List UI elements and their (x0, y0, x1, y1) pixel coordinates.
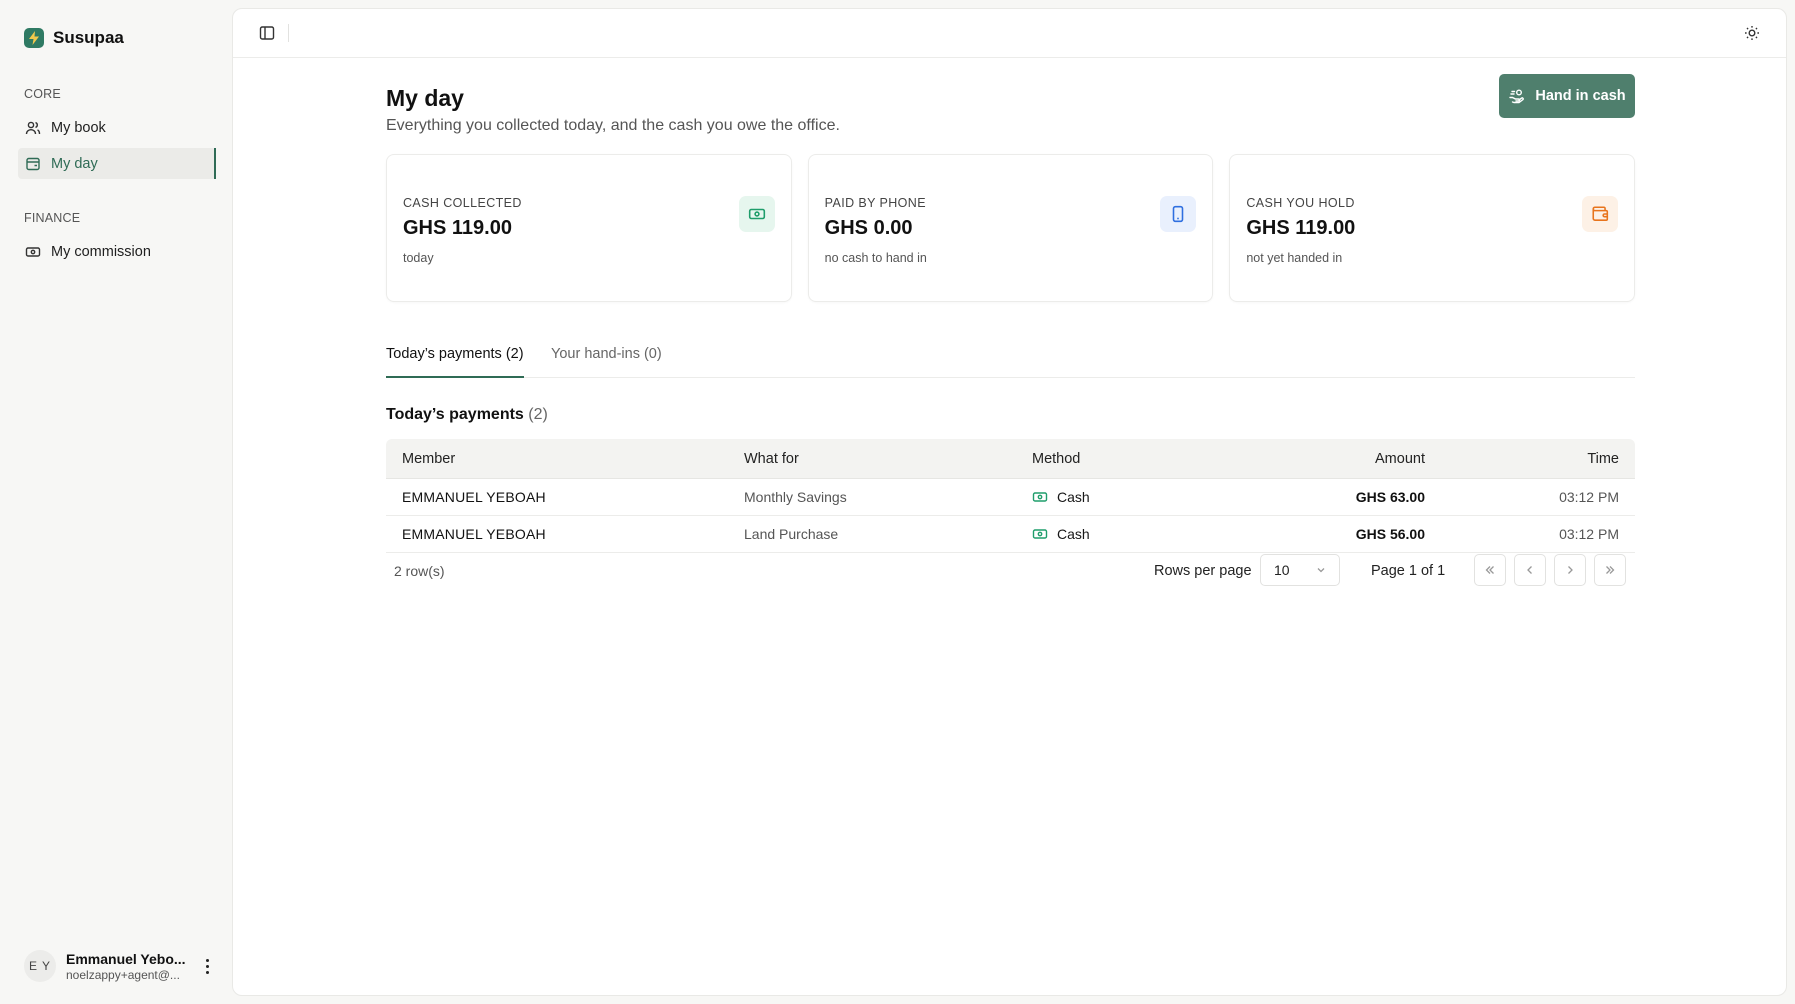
nav-group-finance: FINANCE (24, 211, 81, 225)
sidebar: Susupaa CORE My book My day FINANCE My c… (0, 0, 232, 1004)
page-title: My day (386, 85, 464, 111)
table-header: Member What for Method Amount Time (386, 439, 1635, 479)
calendar-wallet-icon (26, 157, 40, 170)
chevron-right-icon (1568, 566, 1573, 574)
nav-group-core: CORE (24, 87, 61, 101)
cell-time: 03:12 PM (1559, 489, 1619, 505)
card-paid-by-phone: PAID BY PHONE GHS 0.00 no cash to hand i… (807, 154, 1214, 302)
section-title-text: Today’s payments (386, 406, 524, 423)
table-row[interactable]: EMMANUEL YEBOAH Land Purchase Cash GHS 5… (386, 516, 1635, 553)
card-label: CASH YOU HOLD (1246, 196, 1355, 210)
cell-time: 03:12 PM (1559, 526, 1619, 542)
users-icon (25, 121, 41, 134)
payments-table: Member What for Method Amount Time EMMAN… (386, 439, 1635, 553)
avatar: E Y (24, 950, 56, 982)
topbar-divider (288, 24, 289, 42)
cell-method: Cash (1032, 526, 1222, 542)
method-label: Cash (1057, 489, 1090, 505)
banknote-icon (25, 246, 41, 257)
sidebar-item-label: My day (51, 155, 98, 172)
sidebar-item-my-day[interactable]: My day (18, 148, 216, 179)
banknote-icon (1032, 492, 1048, 502)
banknote-icon (738, 196, 775, 232)
column-header-member[interactable]: Member (386, 451, 744, 467)
section-count: (2) (528, 406, 548, 423)
sidebar-item-label: My commission (51, 243, 151, 260)
column-header-amount[interactable]: Amount (1222, 451, 1425, 467)
sidebar-toggle-icon[interactable] (257, 23, 277, 43)
hand-in-cash-label: Hand in cash (1535, 88, 1626, 104)
sidebar-item-label: My book (51, 119, 106, 136)
column-header-what-for[interactable]: What for (744, 451, 1032, 467)
card-note: no cash to hand in (824, 251, 927, 265)
sun-icon[interactable] (1742, 23, 1762, 43)
rows-per-page-select[interactable]: 10 (1260, 554, 1340, 586)
row-count: 2 row(s) (394, 563, 445, 579)
cell-amount: GHS 63.00 (1355, 489, 1425, 505)
method-label: Cash (1057, 526, 1090, 542)
chevrons-left-icon (1485, 566, 1494, 574)
hand-coins-icon (1509, 89, 1525, 103)
cell-what-for: Land Purchase (744, 526, 839, 542)
card-label: PAID BY PHONE (824, 196, 926, 210)
pagination: 2 row(s) Rows per page 10 Page 1 of 1 (386, 554, 1635, 588)
cell-member: EMMANUEL YEBOAH (402, 489, 546, 505)
cell-method: Cash (1032, 489, 1222, 505)
more-vertical-icon[interactable] (198, 956, 216, 976)
wallet-icon (1582, 196, 1619, 232)
chevron-left-icon (1527, 566, 1532, 574)
table-row[interactable]: EMMANUEL YEBOAH Monthly Savings Cash GHS… (386, 479, 1635, 516)
topbar (233, 9, 1786, 58)
cell-amount: GHS 56.00 (1355, 526, 1425, 542)
summary-cards: CASH COLLECTED GHS 119.00 today PAID BY … (386, 154, 1636, 302)
last-page-button[interactable] (1594, 554, 1626, 586)
brand[interactable]: Susupaa (24, 28, 124, 48)
cell-member: EMMANUEL YEBOAH (402, 526, 546, 542)
previous-page-button[interactable] (1514, 554, 1546, 586)
user-email: noelzappy+agent@... (66, 967, 180, 982)
user-profile[interactable]: E Y Emmanuel Yebo... noelzappy+agent@... (24, 947, 214, 985)
next-page-button[interactable] (1554, 554, 1586, 586)
rows-per-page-value: 10 (1274, 562, 1290, 578)
column-header-method[interactable]: Method (1032, 451, 1222, 467)
banknote-icon (1032, 529, 1048, 539)
rows-per-page-label: Rows per page (1154, 563, 1252, 579)
chevrons-right-icon (1606, 566, 1615, 574)
page-indicator: Page 1 of 1 (1371, 563, 1446, 579)
card-note: not yet handed in (1246, 251, 1343, 265)
card-cash-collected: CASH COLLECTED GHS 119.00 today (386, 154, 792, 302)
hand-in-cash-button[interactable]: Hand in cash (1499, 74, 1635, 118)
chevron-down-icon (1317, 568, 1325, 573)
phone-icon (1160, 196, 1197, 232)
section-title: Today’s payments (2) (386, 406, 548, 424)
column-header-time[interactable]: Time (1425, 451, 1635, 467)
card-note: today (403, 251, 434, 265)
brand-name: Susupaa (53, 28, 124, 47)
main-panel: My day Everything you collected today, a… (232, 8, 1787, 996)
tabs: Today’s payments (2) Your hand-ins (0) (386, 333, 1635, 378)
card-value: GHS 119.00 (1246, 217, 1356, 239)
page-subtitle: Everything you collected today, and the … (386, 117, 840, 134)
card-cash-you-hold: CASH YOU HOLD GHS 119.00 not yet handed … (1229, 154, 1636, 302)
user-name: Emmanuel Yebo... (66, 950, 186, 967)
card-value: GHS 0.00 (824, 217, 913, 239)
sidebar-item-my-commission[interactable]: My commission (18, 236, 216, 267)
bolt-icon (24, 28, 44, 48)
tab-your-hand-ins[interactable]: Your hand-ins (0) (551, 333, 662, 378)
sidebar-item-my-book[interactable]: My book (18, 112, 216, 143)
card-label: CASH COLLECTED (403, 196, 522, 210)
tab-todays-payments[interactable]: Today’s payments (2) (386, 333, 524, 378)
first-page-button[interactable] (1474, 554, 1506, 586)
card-value: GHS 119.00 (403, 217, 512, 239)
cell-what-for: Monthly Savings (744, 489, 847, 505)
